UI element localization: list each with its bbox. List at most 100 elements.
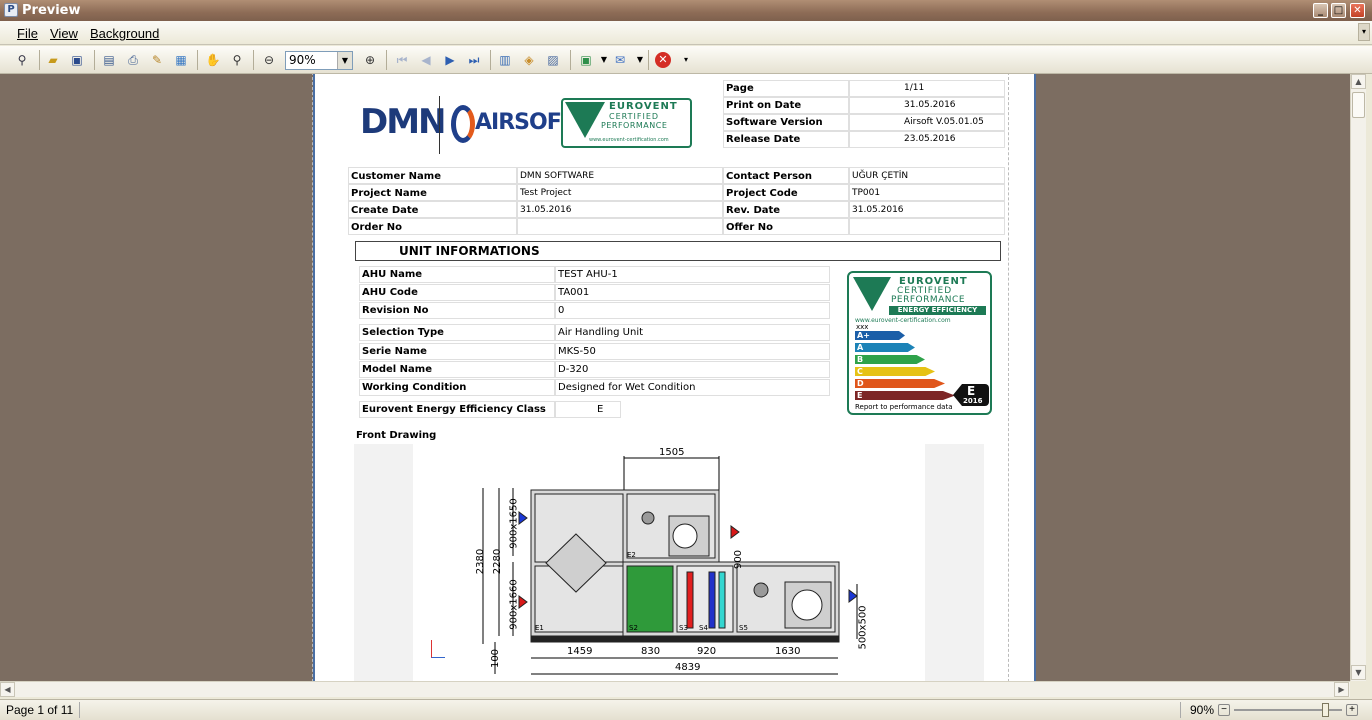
dim-height-inner: 2280 bbox=[492, 548, 504, 575]
unit-value: TEST AHU-1 bbox=[558, 269, 618, 280]
header-info-label-cell: Software Version bbox=[723, 114, 849, 131]
customer-value-cell: 31.05.2016 bbox=[849, 201, 1005, 218]
customer-label: Project Name bbox=[351, 188, 427, 199]
dim-w4: 1630 bbox=[775, 646, 801, 657]
menu-background-label: Background bbox=[90, 26, 160, 41]
dim-mid: 900 bbox=[733, 549, 745, 570]
zoom-in-icon[interactable]: ⊕ bbox=[362, 52, 378, 68]
page-color-icon[interactable]: ◈ bbox=[521, 52, 537, 68]
air-arrow-blue-lower bbox=[848, 589, 858, 603]
scroll-right-icon[interactable]: ▶ bbox=[1334, 682, 1349, 697]
zoom-out-small-icon[interactable]: − bbox=[1218, 704, 1230, 716]
menu-view-label: View bbox=[50, 26, 78, 41]
header-info-label: Software Version bbox=[726, 117, 823, 128]
status-zoom-value: 90% bbox=[1190, 703, 1215, 717]
chevron-down-icon[interactable]: ▼ bbox=[337, 52, 352, 69]
report-page: DMN AIRSOFT EUROVENT CERTIFIED PERFORMAN… bbox=[312, 74, 1036, 681]
scale-icon[interactable]: ▦ bbox=[173, 52, 189, 68]
email-dropdown-chevron-icon[interactable]: ▼ bbox=[632, 52, 648, 68]
ahu-drawing-svg bbox=[482, 456, 858, 675]
customer-label: Create Date bbox=[351, 205, 419, 216]
toolbar-separator bbox=[386, 50, 387, 70]
fan-lower bbox=[791, 589, 823, 621]
vertical-scrollbar[interactable]: ▲ ▼ bbox=[1350, 74, 1366, 681]
app-icon: P bbox=[4, 3, 18, 17]
customer-label-cell: Project Code bbox=[723, 184, 849, 201]
find-icon[interactable]: ⚲ bbox=[14, 52, 30, 68]
multiple-pages-icon[interactable]: ▥ bbox=[497, 52, 513, 68]
header-info-label-cell: Release Date bbox=[723, 131, 849, 148]
toolbar-separator bbox=[490, 50, 491, 70]
menu-view[interactable]: View bbox=[50, 26, 78, 41]
vertical-scroll-thumb[interactable] bbox=[1352, 92, 1365, 118]
ee-banner: ENERGY EFFICIENCY bbox=[889, 306, 986, 315]
minimize-button[interactable]: _ bbox=[1313, 3, 1328, 18]
next-page-icon[interactable]: ▶ bbox=[442, 52, 458, 68]
customer-label-cell: Project Name bbox=[348, 184, 517, 201]
zoom-in-small-icon[interactable]: + bbox=[1346, 704, 1358, 716]
status-bar: Page 1 of 11 90% − + bbox=[0, 699, 1372, 720]
unit-value-cell: TEST AHU-1 bbox=[555, 266, 830, 283]
print-icon[interactable]: ⎙ bbox=[125, 52, 141, 68]
ee-xxx: xxx bbox=[856, 323, 869, 331]
header-info-value-cell: Airsoft V.05.01.05 bbox=[849, 114, 1005, 131]
customer-label: Offer No bbox=[726, 222, 774, 233]
zoom-slider-thumb[interactable] bbox=[1321, 703, 1329, 717]
magnifier-icon[interactable]: ⚲ bbox=[229, 52, 245, 68]
header-info-value-cell: 23.05.2016 bbox=[849, 131, 1005, 148]
toolbar-overflow-chevron-icon[interactable]: ▾ bbox=[678, 52, 694, 68]
airsoft-logo-icon bbox=[451, 105, 475, 143]
unit-value: D-320 bbox=[558, 364, 589, 375]
customer-value: TP001 bbox=[852, 188, 881, 198]
menu-file[interactable]: File bbox=[17, 26, 38, 41]
zoom-combobox[interactable]: 90% ▼ bbox=[285, 51, 353, 70]
watermark-icon[interactable]: ▨ bbox=[545, 52, 561, 68]
scroll-up-icon[interactable]: ▲ bbox=[1351, 74, 1366, 89]
dim-upper: 900x1650 bbox=[508, 498, 520, 549]
close-button[interactable]: ✕ bbox=[1350, 3, 1365, 18]
menu-file-label: File bbox=[17, 26, 38, 41]
scroll-left-icon[interactable]: ◀ bbox=[0, 682, 15, 697]
eurovent-line2: CERTIFIED bbox=[609, 112, 660, 121]
last-page-icon[interactable]: ⏭ bbox=[466, 52, 482, 68]
maximize-button[interactable]: □ bbox=[1331, 3, 1346, 18]
toolbar-separator bbox=[570, 50, 571, 70]
unit-value-cell: 0 bbox=[555, 302, 830, 319]
horizontal-scrollbar[interactable]: ◀ ▶ bbox=[0, 681, 1350, 697]
quick-print-icon[interactable]: ✎ bbox=[149, 52, 165, 68]
menu-bar: File View Background ▾ bbox=[0, 21, 1372, 45]
eliminator bbox=[718, 571, 726, 629]
customer-value: 31.05.2016 bbox=[852, 205, 904, 215]
unit-value: 0 bbox=[558, 305, 565, 316]
customer-label-cell: Order No bbox=[348, 218, 517, 235]
unit-label-cell: Revision No bbox=[359, 302, 555, 319]
menu-background[interactable]: Background bbox=[90, 26, 159, 41]
page-margin-line bbox=[312, 74, 313, 681]
unit-informations-heading-box: UNIT INFORMATIONS bbox=[355, 241, 1001, 261]
send-email-icon[interactable]: ✉ bbox=[612, 52, 628, 68]
header-info-label: Print on Date bbox=[726, 100, 802, 111]
unit-label-cell: AHU Name bbox=[359, 266, 555, 283]
scroll-down-icon[interactable]: ▼ bbox=[1351, 665, 1366, 680]
hand-tool-icon[interactable]: ✋ bbox=[205, 52, 221, 68]
section-label-s2: S2 bbox=[629, 624, 638, 632]
customer-value-cell: 31.05.2016 bbox=[517, 201, 723, 218]
export-icon[interactable]: ▣ bbox=[578, 52, 594, 68]
zoom-slider-track[interactable] bbox=[1234, 703, 1342, 717]
export-dropdown-chevron-icon[interactable]: ▼ bbox=[596, 52, 612, 68]
unit-label-cell: Working Condition bbox=[359, 379, 555, 396]
save-icon[interactable]: ▣ bbox=[69, 52, 85, 68]
ee-class-bar: D bbox=[855, 379, 945, 388]
menubar-chevron-icon[interactable]: ▾ bbox=[1358, 23, 1370, 41]
previous-page-icon[interactable]: ◀ bbox=[418, 52, 434, 68]
ee-class-bar: E bbox=[855, 391, 955, 400]
unit-label: AHU Code bbox=[362, 287, 418, 298]
first-page-icon[interactable]: ⏮ bbox=[394, 52, 410, 68]
ee-class-bar: A bbox=[855, 343, 915, 352]
close-preview-icon[interactable]: ✕ bbox=[655, 52, 671, 68]
page-setup-icon[interactable]: ▤ bbox=[101, 52, 117, 68]
zoom-out-icon[interactable]: ⊖ bbox=[261, 52, 277, 68]
preview-viewport[interactable]: DMN AIRSOFT EUROVENT CERTIFIED PERFORMAN… bbox=[0, 74, 1350, 681]
open-icon[interactable]: ▰ bbox=[45, 52, 61, 68]
toolbar-separator bbox=[197, 50, 198, 70]
